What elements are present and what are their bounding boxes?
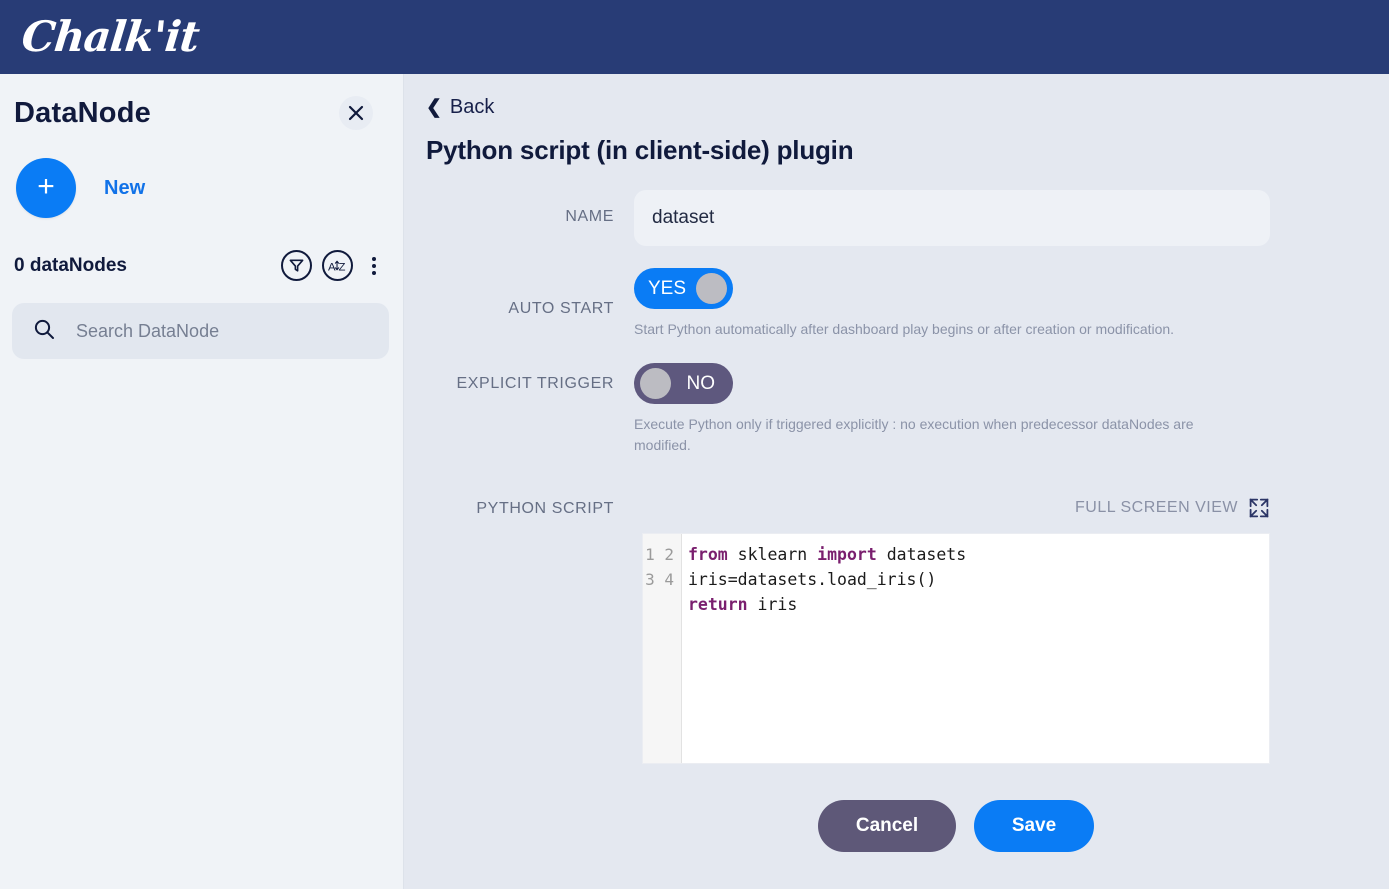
explicit-trigger-toggle[interactable]: NO bbox=[634, 363, 733, 405]
search-datanode-box[interactable] bbox=[12, 303, 389, 359]
code-area[interactable]: from sklearn import datasets iris=dataset… bbox=[682, 534, 1269, 763]
explicit-trigger-toggle-label: NO bbox=[686, 372, 716, 394]
chalkit-logo: Chalk'it bbox=[19, 12, 202, 61]
form-actions: Cancel Save bbox=[404, 799, 1389, 852]
plus-icon: + bbox=[37, 169, 55, 203]
name-label: NAME bbox=[565, 208, 614, 225]
auto-start-hint: Start Python automatically after dashboa… bbox=[634, 321, 1175, 337]
sidebar-tools: A Z bbox=[281, 250, 383, 281]
explicit-trigger-control: NO Execute Python only if triggered expl… bbox=[634, 363, 1389, 455]
toggle-knob bbox=[696, 273, 727, 304]
datanode-sidebar: DataNode + New 0 dataNodes A Z Search Da… bbox=[0, 74, 404, 889]
field-row-auto-start: AUTO START YES Start Python automaticall… bbox=[404, 268, 1389, 339]
name-control bbox=[634, 190, 1389, 246]
search-input[interactable] bbox=[74, 319, 334, 343]
fullscreen-label[interactable]: FULL SCREEN VIEW bbox=[1075, 499, 1238, 517]
expand-fullscreen-icon[interactable] bbox=[1248, 497, 1270, 519]
name-input[interactable] bbox=[634, 190, 1270, 246]
auto-start-label: AUTO START bbox=[508, 300, 614, 317]
app-header-bar: Chalk'it bbox=[0, 0, 1389, 74]
page-body: DataNode + New 0 dataNodes A Z Search Da… bbox=[0, 74, 1389, 889]
save-button[interactable]: Save bbox=[974, 799, 1094, 852]
sidebar-header: DataNode bbox=[0, 74, 403, 130]
python-script-label: PYTHON SCRIPT bbox=[476, 499, 614, 517]
code-line: iris=datasets.load_iris() bbox=[688, 570, 937, 590]
page-title: Python script (in client-side) plugin bbox=[426, 135, 854, 165]
code-gutter-line-numbers: 1 2 3 4 bbox=[643, 533, 682, 763]
fullscreen-control: FULL SCREEN VIEW bbox=[634, 497, 1389, 519]
svg-text:A: A bbox=[328, 261, 336, 273]
field-row-name: NAME bbox=[404, 190, 1389, 246]
plugin-editor-panel: ❮ Back Python script (in client-side) pl… bbox=[404, 74, 1389, 889]
plugin-form: NAME AUTO START YES Start Python automat… bbox=[404, 190, 1389, 852]
cancel-button[interactable]: Cancel bbox=[818, 799, 956, 852]
new-datanode-row: + New bbox=[0, 130, 403, 218]
search-icon bbox=[32, 317, 56, 346]
field-row-explicit-trigger: EXPLICIT TRIGGER NO Execute Python only … bbox=[404, 363, 1389, 455]
kebab-dot bbox=[372, 256, 376, 261]
auto-start-toggle-label: YES bbox=[648, 277, 687, 299]
code-line: from sklearn import datasets bbox=[688, 544, 967, 564]
toggle-knob bbox=[640, 368, 671, 400]
datanode-count-row: 0 dataNodes A Z bbox=[0, 218, 403, 281]
auto-start-toggle[interactable]: YES bbox=[634, 268, 733, 309]
new-datanode-label[interactable]: New bbox=[104, 177, 145, 200]
code-line: return iris bbox=[688, 595, 798, 615]
datanode-count: 0 dataNodes bbox=[14, 254, 127, 276]
python-script-header: PYTHON SCRIPT FULL SCREEN VIEW bbox=[404, 497, 1389, 519]
kebab-menu-icon[interactable] bbox=[365, 253, 383, 279]
python-code-editor[interactable]: 1 2 3 4 from sklearn import datasets iris… bbox=[642, 532, 1270, 764]
add-datanode-button[interactable]: + bbox=[16, 158, 76, 218]
svg-text:Z: Z bbox=[338, 261, 345, 273]
sidebar-title: DataNode bbox=[14, 96, 151, 129]
close-icon bbox=[346, 103, 366, 123]
close-sidebar-button[interactable] bbox=[339, 96, 373, 130]
back-label: Back bbox=[449, 96, 495, 118]
explicit-trigger-label: EXPLICIT TRIGGER bbox=[456, 375, 614, 393]
filter-funnel-icon[interactable] bbox=[281, 250, 312, 281]
kebab-dot bbox=[372, 263, 376, 268]
explicit-trigger-hint: Execute Python only if triggered explici… bbox=[634, 416, 1194, 453]
kebab-dot bbox=[372, 270, 376, 275]
back-button[interactable]: ❮ Back bbox=[426, 96, 518, 119]
sort-az-icon[interactable]: A Z bbox=[322, 250, 353, 281]
chevron-left-icon: ❮ bbox=[426, 97, 442, 118]
auto-start-control: YES Start Python automatically after das… bbox=[634, 268, 1389, 339]
